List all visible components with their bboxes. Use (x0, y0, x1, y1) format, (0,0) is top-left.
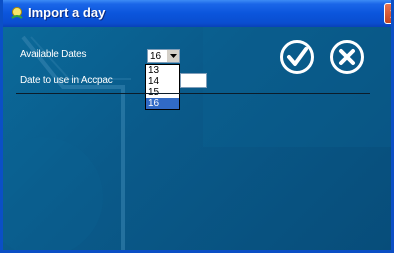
date-dropdown-list[interactable]: 13 14 15 16 (145, 64, 180, 110)
date-option[interactable]: 13 (146, 65, 179, 76)
date-to-use-label: Date to use in Accpac (20, 75, 113, 86)
title-bar[interactable]: Import a day (3, 0, 391, 27)
app-icon (11, 7, 23, 19)
dropdown-button[interactable] (166, 50, 179, 62)
dialog-body: Available Dates Date to use in Accpac 16… (3, 27, 391, 250)
date-to-use-input[interactable] (180, 73, 207, 88)
x-icon (339, 49, 355, 65)
close-x-icon (390, 10, 391, 18)
date-option-selected[interactable]: 16 (146, 98, 179, 109)
ok-button[interactable] (279, 39, 315, 75)
selected-date: 16 (150, 51, 162, 62)
close-button[interactable] (384, 3, 391, 24)
checkmark-icon (287, 47, 308, 66)
available-dates-select[interactable]: 16 (147, 49, 180, 63)
window-title: Import a day (28, 5, 106, 20)
divider (16, 93, 370, 94)
available-dates-label: Available Dates (20, 49, 87, 60)
import-day-window: Import a day Available Dates Date to use… (0, 0, 394, 253)
chevron-down-icon (170, 54, 177, 58)
date-option[interactable]: 14 (146, 76, 179, 87)
cancel-button[interactable] (329, 39, 365, 75)
